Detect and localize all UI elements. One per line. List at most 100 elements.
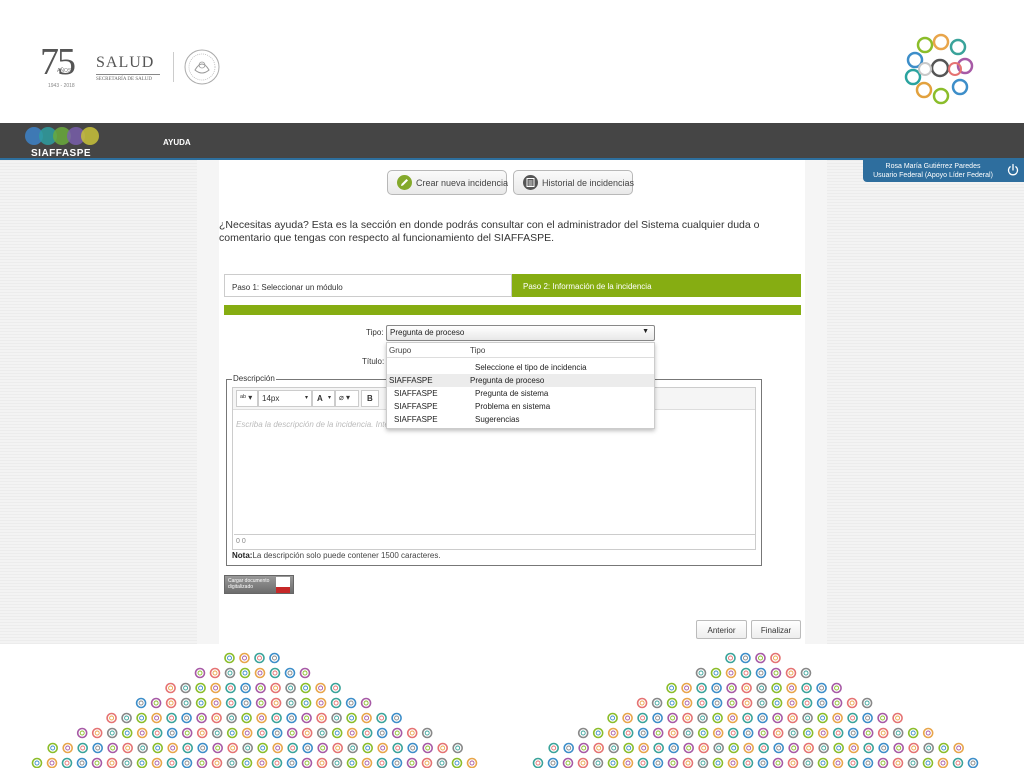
decorative-ring: [593, 742, 605, 754]
decorative-ring-inner: [580, 760, 586, 766]
wizard-progress-bar: [224, 305, 801, 315]
decorative-ring: [847, 712, 858, 724]
dropdown-option[interactable]: SIAFFASPE Pregunta de sistema: [387, 387, 654, 400]
decorative-ring: [727, 712, 738, 724]
description-textarea[interactable]: Escriba la descripción de la incidencia.…: [234, 411, 755, 535]
tipo-select[interactable]: Pregunta de proceso ▼: [386, 325, 655, 341]
decorative-ring: [698, 742, 710, 754]
pdf-icon: [276, 577, 290, 593]
decorative-ring-inner: [243, 700, 249, 706]
font-size-select[interactable]: 14px ▾: [258, 390, 312, 407]
decorative-ring: [106, 712, 117, 724]
decorative-ring-inner: [124, 730, 130, 736]
decorative-ring: [608, 742, 620, 754]
decorative-ring: [637, 727, 649, 739]
decorative-ring-inner: [865, 715, 871, 721]
decorative-ring-inner: [655, 760, 661, 766]
decorative-ring-inner: [686, 745, 692, 751]
decorative-ring-inner: [699, 700, 705, 706]
decorative-ring-inner: [124, 715, 130, 721]
decorative-ring-inner: [64, 760, 70, 766]
decorative-ring: [696, 697, 708, 709]
decorative-ring-inner: [394, 730, 400, 736]
decorative-ring-inner: [850, 760, 856, 766]
decorative-ring-inner: [288, 700, 294, 706]
decorative-ring: [286, 757, 298, 768]
decorative-ring-inner: [803, 670, 809, 676]
decorative-ring: [877, 727, 889, 739]
decorative-ring-inner: [425, 745, 431, 751]
decorative-ring-inner: [215, 745, 221, 751]
decorative-ring: [741, 682, 752, 694]
decorative-ring-inner: [625, 730, 631, 736]
decorative-ring: [107, 742, 118, 754]
decorative-ring: [817, 712, 828, 724]
decorative-ring-inner: [228, 700, 234, 706]
decorative-ring: [697, 712, 708, 724]
decorative-ring-inner: [896, 745, 902, 751]
decorative-ring: [345, 697, 357, 709]
decorative-ring: [803, 742, 815, 754]
bold-button[interactable]: B: [361, 390, 379, 407]
decorative-ring-inner: [580, 730, 586, 736]
decorative-ring-inner: [595, 760, 601, 766]
decorative-ring-inner: [743, 670, 749, 676]
finish-button[interactable]: Finalizar: [751, 620, 801, 639]
decorative-ring: [451, 757, 463, 768]
decorative-ring: [652, 712, 663, 724]
decorative-ring: [347, 742, 359, 754]
decorative-ring: [802, 712, 813, 724]
step-2-tab[interactable]: Paso 2: Información de la incidencia: [512, 274, 801, 297]
decorative-ring: [863, 742, 875, 754]
incident-history-button[interactable]: Historial de incidencias: [513, 170, 634, 195]
decorative-ring-inner: [669, 700, 675, 706]
decorative-ring-inner: [626, 745, 632, 751]
decorative-ring: [801, 682, 812, 694]
decorative-ring-inner: [910, 760, 916, 766]
dropdown-option[interactable]: SIAFFASPE Problema en sistema: [387, 400, 654, 413]
decorative-ring-inner: [881, 745, 887, 751]
decorative-ring-inner: [865, 760, 871, 766]
decorative-ring: [681, 682, 692, 694]
decorative-ring-inner: [970, 760, 976, 766]
decorative-ring-inner: [773, 655, 778, 661]
decorative-ring-inner: [670, 760, 676, 766]
decorative-ring-inner: [138, 700, 144, 706]
previous-button[interactable]: Anterior: [696, 620, 747, 639]
decorative-ring-inner: [850, 730, 856, 736]
decorative-ring: [712, 712, 723, 724]
decorative-ring: [376, 727, 388, 739]
decorative-ring-inner: [288, 685, 294, 691]
font-style-button[interactable]: ᵃᵇ ▾: [236, 390, 258, 407]
decorative-ring: [786, 697, 798, 709]
decorative-ring: [452, 742, 464, 754]
decorative-ring: [211, 757, 223, 768]
decorative-ring-inner: [804, 700, 810, 706]
decorative-ring: [195, 682, 206, 694]
dropdown-placeholder-option[interactable]: Seleccione el tipo de incidencia: [387, 361, 654, 374]
decorative-ring-inner: [685, 730, 691, 736]
step-1-tab[interactable]: Paso 1: Seleccionar un módulo: [224, 274, 512, 297]
font-color-button[interactable]: A ▾: [312, 390, 335, 407]
decorative-ring-inner: [169, 730, 175, 736]
dropdown-option[interactable]: SIAFFASPE Pregunta de proceso: [387, 374, 654, 387]
decorative-ring: [224, 667, 236, 679]
decorative-ring: [225, 697, 237, 709]
decorative-ring-inner: [95, 745, 101, 751]
decorative-ring-inner: [864, 700, 870, 706]
decorative-ring-inner: [610, 760, 616, 766]
upload-document-button[interactable]: Cargar documento digitalizado: [224, 575, 294, 594]
nav-bar: SIAFFASPE AYUDA: [0, 123, 1024, 160]
decorative-ring: [224, 652, 235, 664]
dropdown-option[interactable]: SIAFFASPE Sugerencias: [387, 413, 654, 426]
power-icon[interactable]: [1006, 163, 1020, 177]
create-incident-button[interactable]: Crear nueva incidencia: [387, 170, 508, 195]
siaffaspe-logo[interactable]: SIAFFASPE: [22, 125, 112, 159]
decorative-ring-inner: [124, 760, 130, 766]
decorative-ring: [741, 697, 753, 709]
highlight-color-button[interactable]: ⌀ ▾: [335, 390, 359, 407]
decorative-ring-inner: [349, 715, 355, 721]
nav-ayuda-link[interactable]: AYUDA: [163, 138, 191, 147]
top-header: 75 AÑOS 1943 - 2018 SALUD SECRETARÍA DE …: [0, 0, 1024, 123]
decorative-ring-inner: [926, 745, 932, 751]
